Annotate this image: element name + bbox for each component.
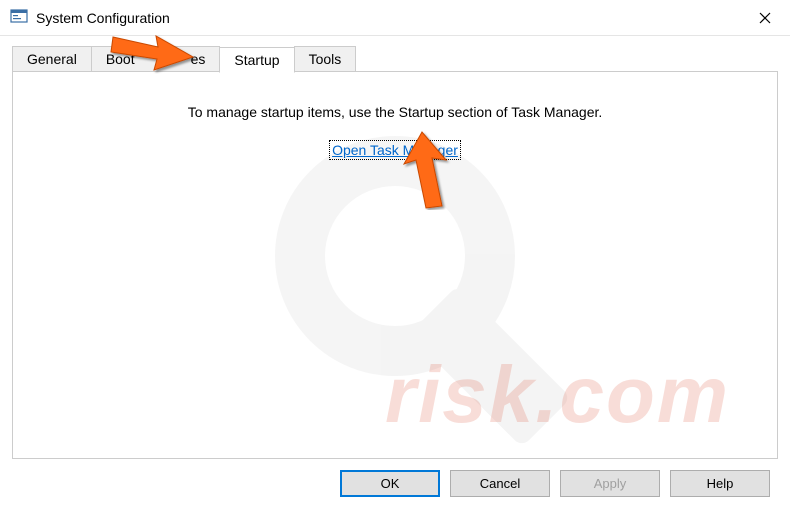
window-title: System Configuration [36,10,170,26]
tab-boot-label: Boot [106,51,135,67]
titlebar: System Configuration [0,0,790,36]
tab-boot[interactable]: Bootxxxxxxxxes [91,46,221,72]
cancel-button[interactable]: Cancel [450,470,550,497]
apply-button: Apply [560,470,660,497]
tab-services-partial: es [191,51,206,67]
dialog-buttons: OK Cancel Apply Help [340,470,770,497]
tab-tools[interactable]: Tools [294,46,357,72]
close-icon [759,12,771,24]
close-button[interactable] [740,0,790,36]
help-button[interactable]: Help [670,470,770,497]
tab-startup[interactable]: Startup [219,47,294,73]
open-task-manager-link[interactable]: Open Task Manager [331,142,459,158]
tab-general[interactable]: General [12,46,92,72]
tab-content-startup: To manage startup items, use the Startup… [12,71,778,459]
startup-instructions: To manage startup items, use the Startup… [33,104,757,120]
tabstrip: General Bootxxxxxxxxes Startup Tools [12,46,778,72]
ok-button[interactable]: OK [340,470,440,497]
app-icon [10,9,28,27]
